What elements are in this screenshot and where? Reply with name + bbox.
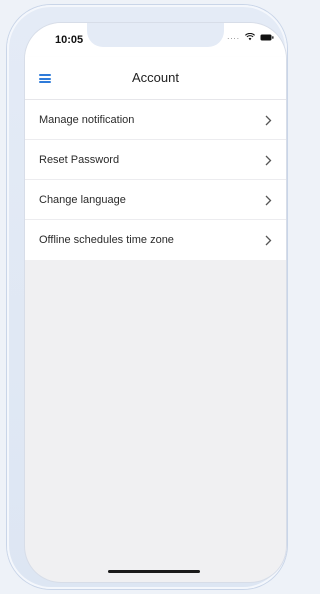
manage-notification-item[interactable]: Manage notification: [25, 100, 286, 140]
chevron-right-icon: [265, 153, 272, 171]
change-language-item[interactable]: Change language: [25, 180, 286, 220]
list-item-label: Offline schedules time zone: [39, 234, 174, 246]
list-item-label: Change language: [39, 193, 126, 206]
device-notch: [87, 23, 224, 47]
chevron-right-icon: [265, 193, 272, 211]
account-settings-list: Manage notification Reset Password Chang…: [25, 100, 286, 260]
chevron-right-icon: [265, 233, 272, 251]
reset-password-item[interactable]: Reset Password: [25, 140, 286, 180]
phone-frame: 10:05 .... Account Manage notification R…: [7, 5, 287, 589]
signal-indicator: ....: [227, 32, 240, 41]
navigation-bar: Account: [25, 57, 286, 100]
home-indicator[interactable]: [108, 570, 200, 573]
chevron-right-icon: [265, 113, 272, 131]
page-title: Account: [132, 70, 179, 85]
list-item-label: Reset Password: [39, 153, 120, 166]
app-screen: 10:05 .... Account Manage notification R…: [25, 23, 286, 582]
battery-icon: [260, 34, 274, 41]
wifi-icon: [245, 33, 255, 41]
list-item-label: Manage notification: [39, 113, 135, 126]
status-icons: ....: [227, 33, 274, 41]
offline-schedules-time-zone-item[interactable]: Offline schedules time zone: [25, 220, 286, 260]
status-time: 10:05: [55, 34, 84, 46]
